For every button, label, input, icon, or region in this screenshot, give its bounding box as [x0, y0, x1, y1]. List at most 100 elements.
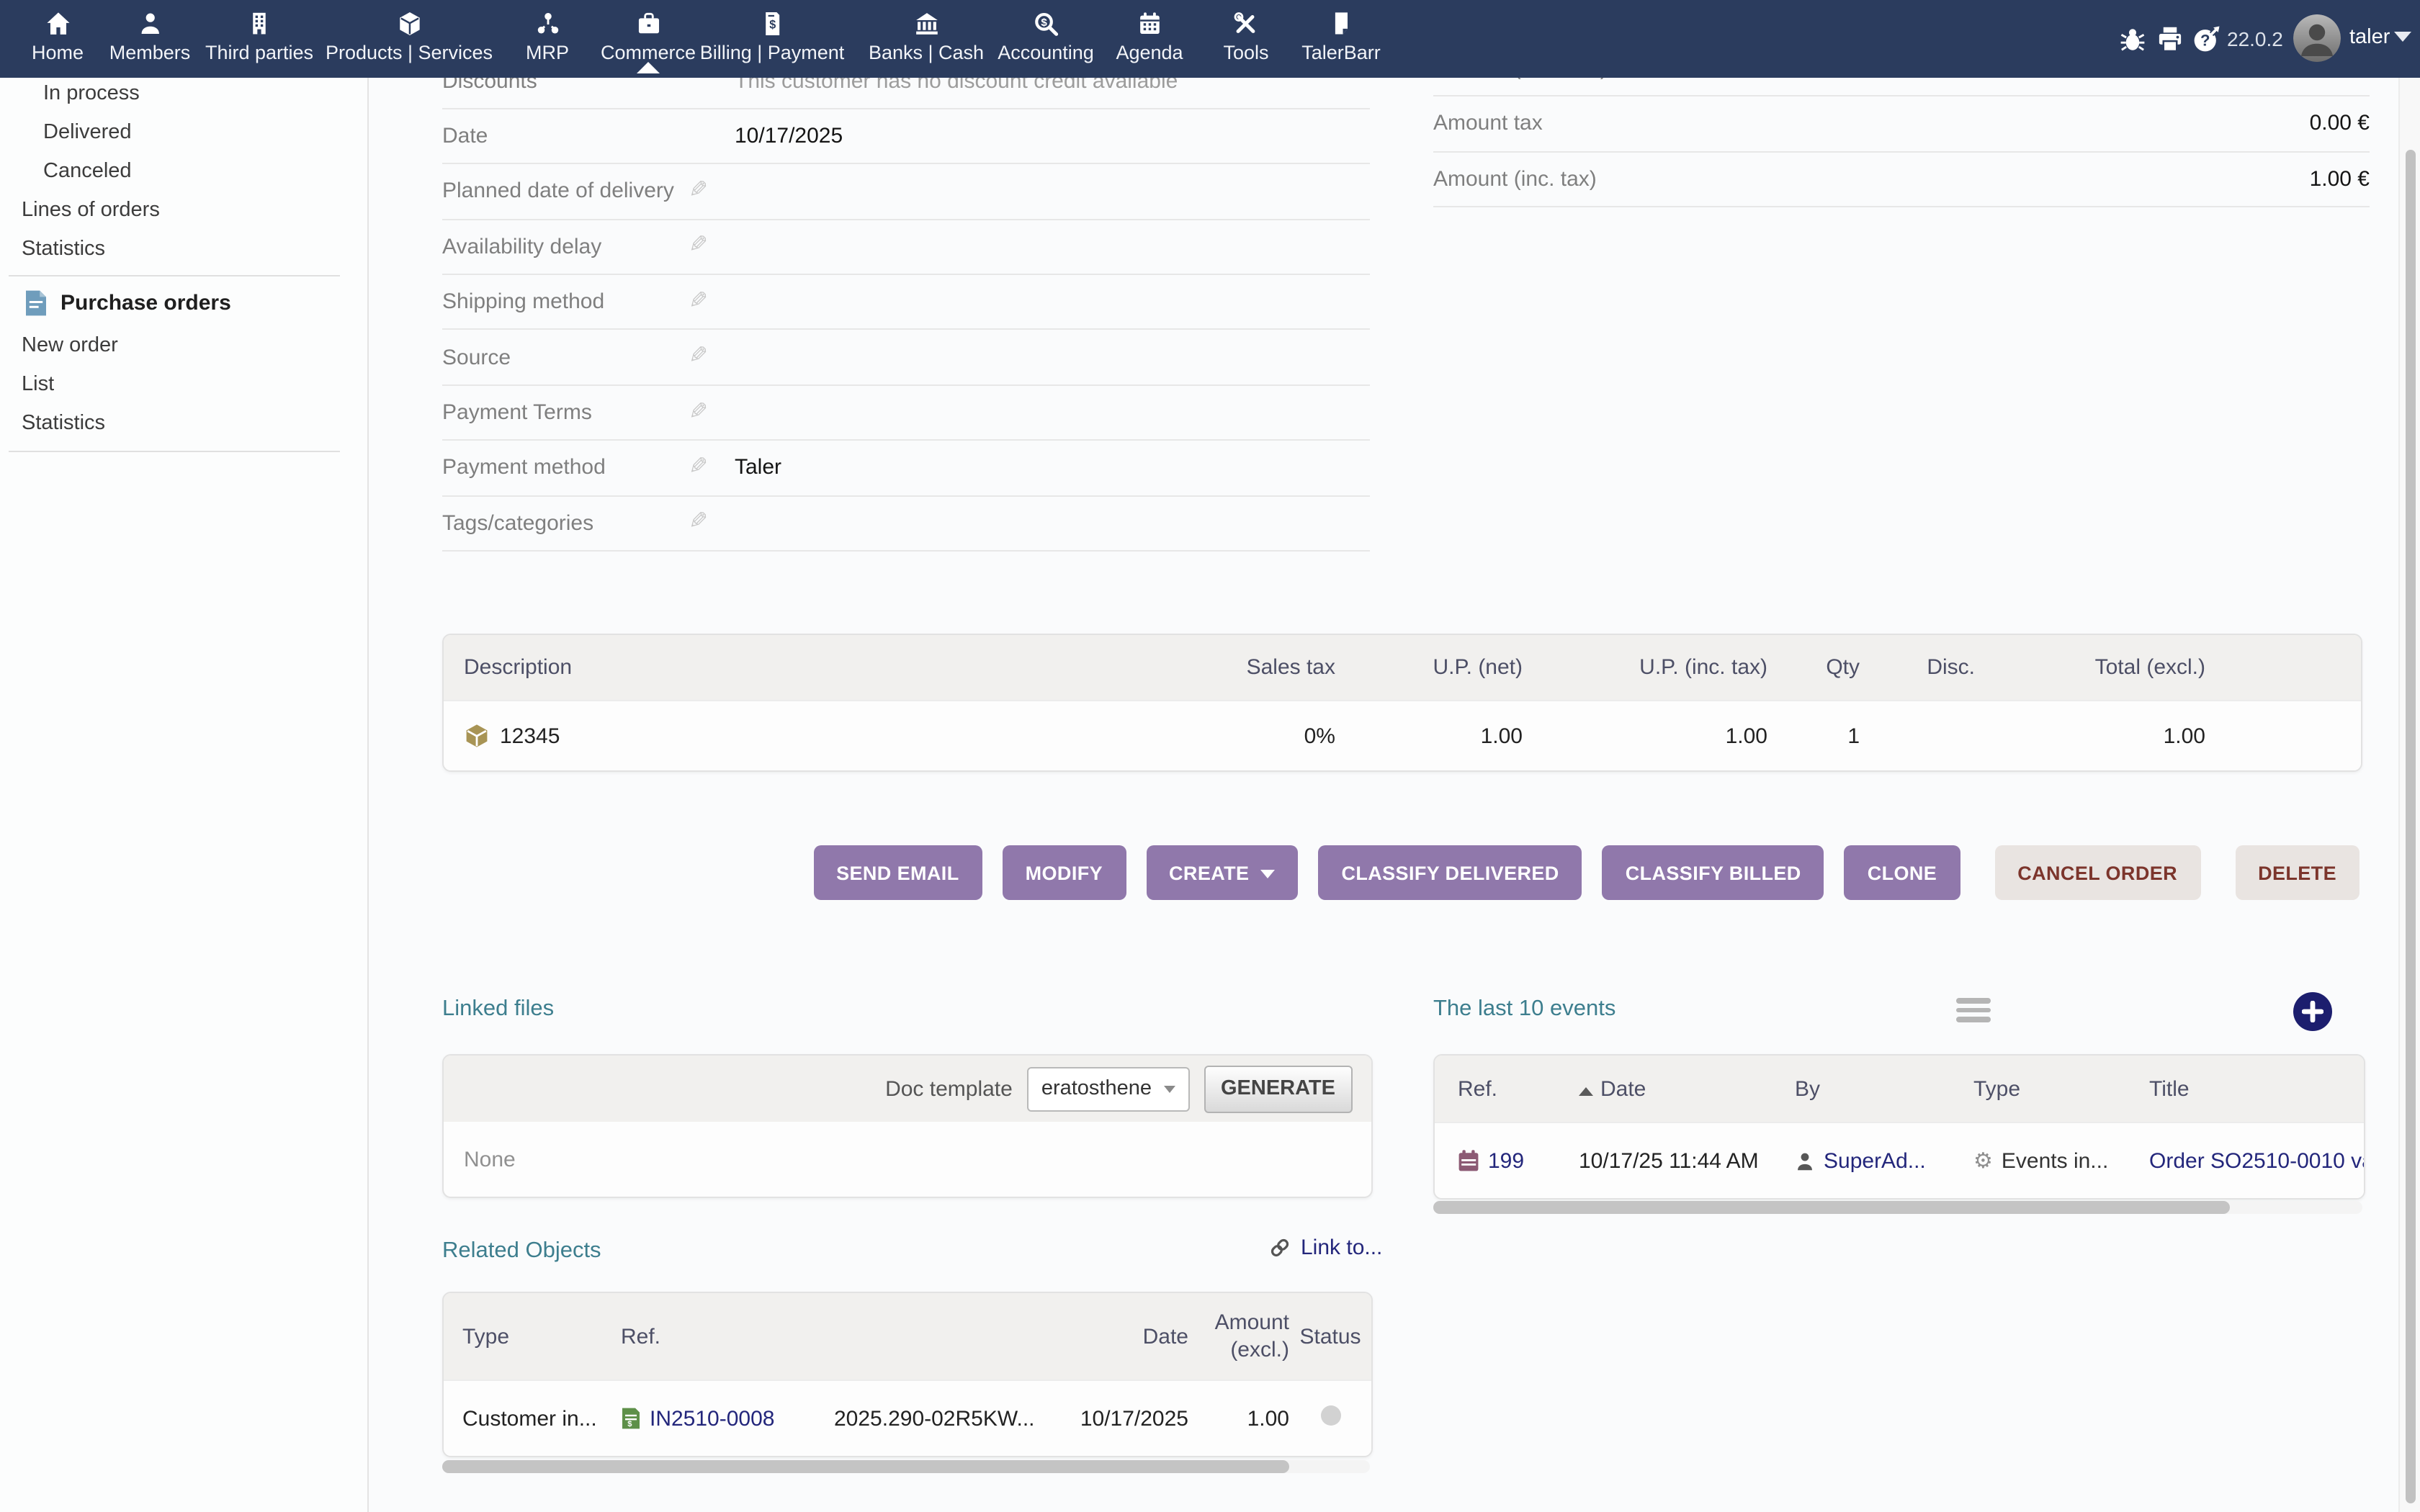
nav-item-mrp[interactable]: MRP	[526, 10, 569, 63]
classify-delivered-button[interactable]: CLASSIFY DELIVERED	[1318, 845, 1582, 900]
edit-pencil-icon[interactable]: ✎	[689, 401, 708, 424]
sidebar-item-canceled[interactable]: Canceled	[43, 160, 132, 183]
nav-item-products-services[interactable]: Products | Services	[326, 10, 493, 63]
amount-row-tax: Amount tax 0.00 €	[1433, 96, 2370, 152]
print-icon[interactable]	[2155, 24, 2185, 55]
edit-pencil-icon[interactable]: ✎	[689, 346, 708, 369]
nav-item-tools[interactable]: Tools	[1223, 10, 1268, 63]
line-description[interactable]: 12345	[500, 724, 560, 748]
nav-item-commerce[interactable]: Commerce	[601, 10, 696, 63]
edit-pencil-icon[interactable]: ✎	[689, 512, 708, 535]
field-label: Availability delay	[442, 235, 689, 259]
doc-template-label: Doc template	[885, 1076, 1013, 1101]
svg-text:$: $	[1041, 17, 1047, 29]
col-ref: Ref.	[621, 1324, 834, 1349]
events-hscrollbar	[1433, 1201, 2362, 1214]
sidebar-item-delivered[interactable]: Delivered	[43, 121, 132, 144]
field-row-source: Source ✎	[442, 330, 1370, 386]
doc-template-select[interactable]: eratosthene	[1027, 1066, 1189, 1111]
sidebar-item-new-order[interactable]: New order	[22, 334, 118, 357]
gear-icon: ⚙	[1973, 1148, 1993, 1174]
nav-item-home[interactable]: Home	[32, 10, 84, 63]
edit-pencil-icon[interactable]: ✎	[689, 180, 708, 203]
field-label: Planned date of delivery	[442, 179, 689, 204]
avatar[interactable]	[2293, 14, 2341, 62]
related-ref-link[interactable]: IN2510-0008	[650, 1406, 774, 1431]
generate-button[interactable]: GENERATE	[1204, 1065, 1353, 1112]
col-amount: Amount (excl.)	[1188, 1309, 1289, 1364]
tools-icon	[1232, 10, 1260, 37]
events-title: The last 10 events	[1433, 996, 1615, 1022]
col-disc: Disc.	[1860, 655, 1975, 680]
col-by[interactable]: By	[1795, 1076, 1973, 1101]
link-to-action[interactable]: Link to...	[1268, 1236, 1382, 1260]
field-label: Payment method	[442, 456, 689, 480]
classify-billed-button[interactable]: CLASSIFY BILLED	[1603, 845, 1824, 900]
sidebar-divider	[9, 275, 340, 276]
col-date: Date	[1600, 1076, 1646, 1101]
nav-item-third-parties[interactable]: Third parties	[205, 10, 313, 63]
field-label: Source	[442, 345, 689, 369]
version-label: 22.0.2	[2227, 27, 2283, 50]
edit-pencil-icon[interactable]: ✎	[689, 456, 708, 480]
nav-item-accounting[interactable]: $ Accounting	[998, 10, 1094, 63]
nav-item-billing-payment[interactable]: $ Billing | Payment	[700, 10, 845, 63]
events-hscrollbar-thumb[interactable]	[1433, 1201, 2230, 1214]
send-email-button[interactable]: SEND EMAIL	[813, 845, 982, 900]
user-menu[interactable]: taler	[2349, 26, 2390, 49]
col-title[interactable]: Title	[2149, 1076, 2365, 1101]
field-value: Taler	[735, 456, 781, 480]
nav-item-banks-cash[interactable]: Banks | Cash	[869, 10, 984, 63]
col-description: Description	[444, 655, 1162, 680]
nav-item-members[interactable]: Members	[109, 10, 191, 63]
sidebar-section-purchase-orders[interactable]: Purchase orders	[24, 289, 231, 317]
nav-item-agenda[interactable]: Agenda	[1116, 10, 1183, 63]
page-icon	[1327, 10, 1355, 37]
create-button[interactable]: CREATE	[1146, 845, 1298, 900]
line-qty: 1	[1767, 724, 1860, 748]
linked-files-empty: None	[444, 1122, 1371, 1197]
linked-files-title: Linked files	[442, 996, 554, 1022]
line-total: 1.00	[1975, 724, 2205, 748]
plus-icon	[2302, 1001, 2323, 1022]
nav-item-talerbarr[interactable]: TalerBarr	[1301, 10, 1381, 63]
cancel-order-button[interactable]: CANCEL ORDER	[1994, 845, 2200, 900]
sidebar-item-statistics-2[interactable]: Statistics	[22, 412, 105, 435]
event-type: Events in...	[2002, 1148, 2108, 1173]
edit-pencil-icon[interactable]: ✎	[689, 291, 708, 314]
event-title-link[interactable]: Order SO2510-0010 validate	[2149, 1148, 2365, 1173]
event-by-link[interactable]: SuperAd...	[1824, 1148, 1926, 1173]
sidebar-item-in-process[interactable]: In process	[43, 82, 140, 105]
sidebar-item-statistics[interactable]: Statistics	[22, 238, 105, 261]
user-chevron-down-icon[interactable]	[2394, 32, 2411, 42]
page-vscrollbar-thumb[interactable]	[2405, 150, 2416, 1503]
bug-icon[interactable]	[2118, 24, 2148, 55]
add-event-button[interactable]	[2293, 992, 2332, 1031]
modify-button[interactable]: MODIFY	[1003, 845, 1126, 900]
delete-button[interactable]: DELETE	[2235, 845, 2360, 900]
help-icon[interactable]: ?	[2191, 24, 2221, 55]
sidebar-item-lines-of-orders[interactable]: Lines of orders	[22, 199, 160, 222]
col-type[interactable]: Type	[1973, 1076, 2149, 1101]
line-sales-tax: 0%	[1162, 724, 1335, 748]
related-object-row: Customer in... $ IN2510-0008 2025.290-02…	[444, 1380, 1371, 1456]
sidebar-divider	[9, 451, 340, 452]
col-ref[interactable]: Ref.	[1458, 1076, 1579, 1101]
edit-pencil-icon[interactable]: ✎	[689, 235, 708, 258]
event-ref-link[interactable]: 199	[1488, 1148, 1524, 1173]
chevron-down-icon	[1260, 870, 1275, 878]
field-row-payment-terms: Payment Terms ✎	[442, 386, 1370, 441]
document-icon	[24, 289, 48, 317]
sidebar-item-list[interactable]: List	[22, 373, 54, 396]
related-objects-title: Related Objects	[442, 1238, 601, 1264]
field-row-planned-delivery: Planned date of delivery ✎	[442, 165, 1370, 220]
related-hscrollbar-thumb[interactable]	[442, 1460, 1289, 1473]
events-menu-icon[interactable]	[1956, 998, 1991, 1022]
svg-text:$: $	[769, 18, 776, 31]
clone-button[interactable]: CLONE	[1845, 845, 1960, 900]
calendar-icon	[1458, 1149, 1479, 1172]
building-icon	[246, 10, 273, 37]
col-qty: Qty	[1767, 655, 1860, 680]
order-lines-table: Description Sales tax U.P. (net) U.P. (i…	[442, 634, 2362, 772]
sort-asc-icon	[1579, 1086, 1593, 1095]
